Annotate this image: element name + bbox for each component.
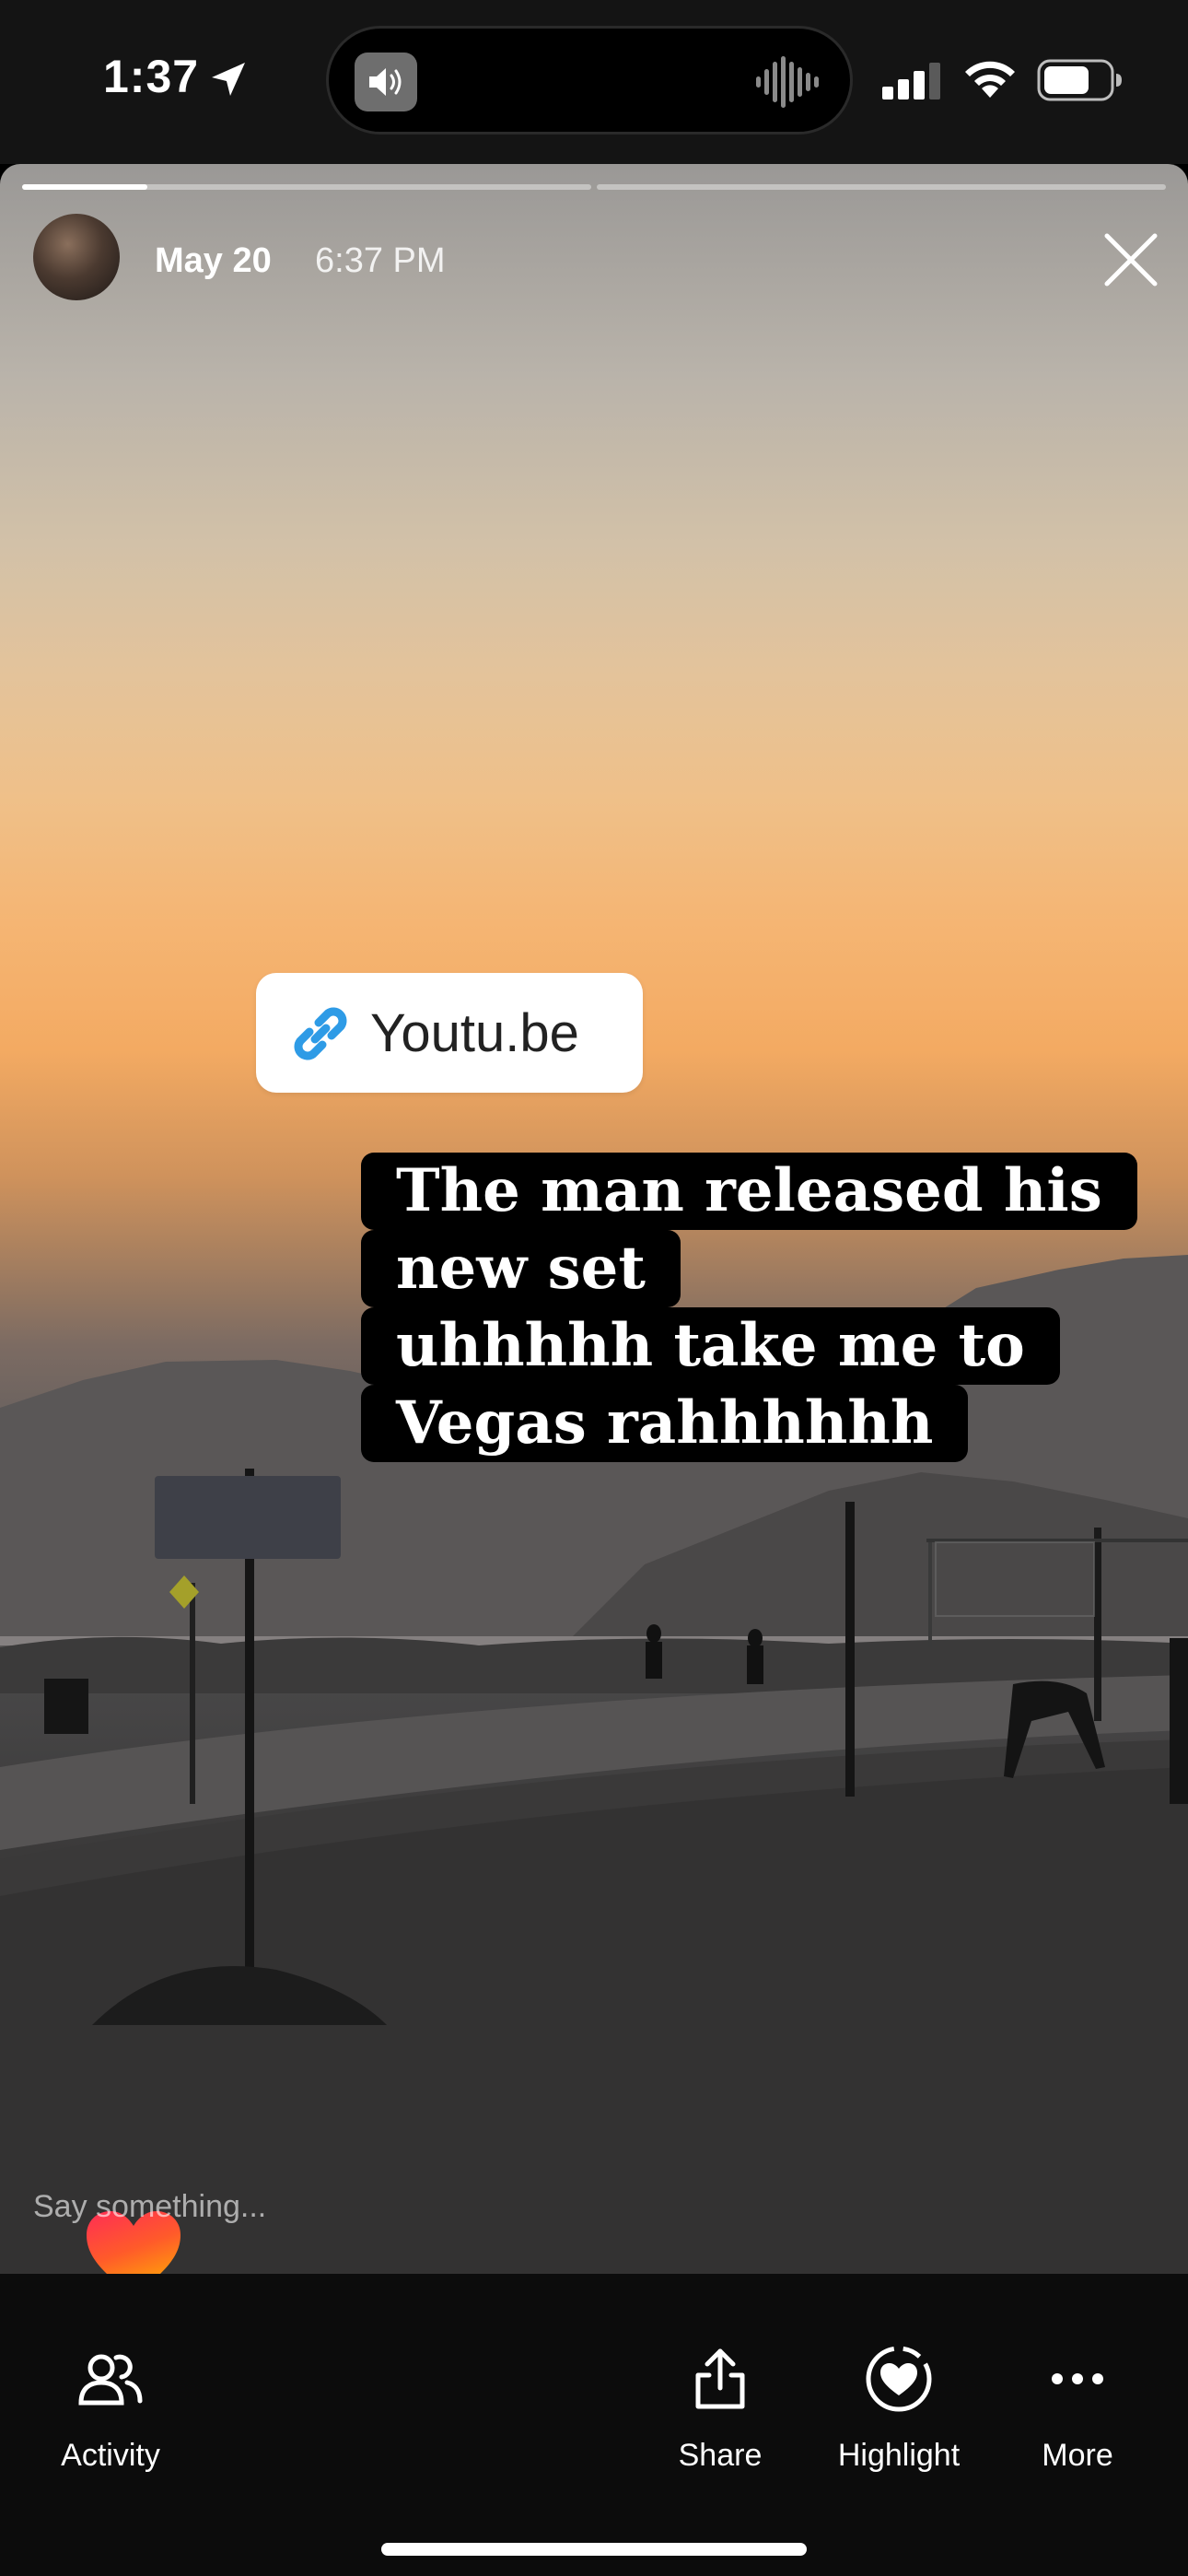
story-viewer[interactable]: May 20 6:37 PM Youtu.be The man released… [0, 164, 1188, 2274]
story-progress-segment [597, 184, 1166, 190]
activity-button[interactable]: Activity [18, 2342, 203, 2474]
link-icon [294, 1007, 347, 1060]
home-indicator[interactable] [381, 2543, 807, 2556]
caption-line: new set [361, 1230, 681, 1307]
share-label: Share [678, 2438, 763, 2473]
link-sticker-label: Youtu.be [370, 1003, 579, 1063]
more-dots-icon [1052, 2373, 1103, 2384]
story-date: May 20 [155, 241, 272, 280]
activity-label: Activity [61, 2438, 160, 2473]
reply-input[interactable]: Say something... [33, 2189, 266, 2225]
cellular-signal-icon [882, 63, 940, 100]
wifi-icon [965, 61, 1015, 98]
status-time: 1:37 [103, 51, 200, 102]
caption-line: uhhhhh take me to [361, 1307, 1060, 1385]
dynamic-island [326, 26, 853, 135]
location-arrow-icon [212, 63, 245, 96]
battery-icon [1037, 59, 1122, 101]
story-progress-segment [22, 184, 591, 190]
story-action-bar: Activity Share Highlight More [0, 2274, 1188, 2576]
more-label: More [1042, 2438, 1113, 2473]
share-button[interactable]: Share [628, 2342, 812, 2474]
close-icon[interactable] [1101, 230, 1160, 289]
speaker-icon [355, 53, 417, 111]
waveform-icon [756, 56, 819, 108]
caption-line: The man released his [361, 1153, 1137, 1230]
link-sticker[interactable]: Youtu.be [256, 973, 643, 1093]
highlight-heart-icon [866, 2346, 932, 2412]
activity-people-icon [78, 2354, 143, 2406]
highlight-button[interactable]: Highlight [807, 2342, 991, 2474]
highlight-label: Highlight [837, 2438, 961, 2473]
share-icon [695, 2348, 745, 2409]
status-bar: 1:37 [0, 0, 1188, 164]
avatar[interactable] [33, 214, 120, 300]
story-progress-fill [22, 184, 147, 190]
caption-line: Vegas rahhhhhh [361, 1385, 969, 1462]
story-caption: The man released his new set uhhhhh take… [361, 1153, 1137, 1462]
more-button[interactable]: More [985, 2342, 1170, 2474]
story-time: 6:37 PM [315, 241, 446, 280]
